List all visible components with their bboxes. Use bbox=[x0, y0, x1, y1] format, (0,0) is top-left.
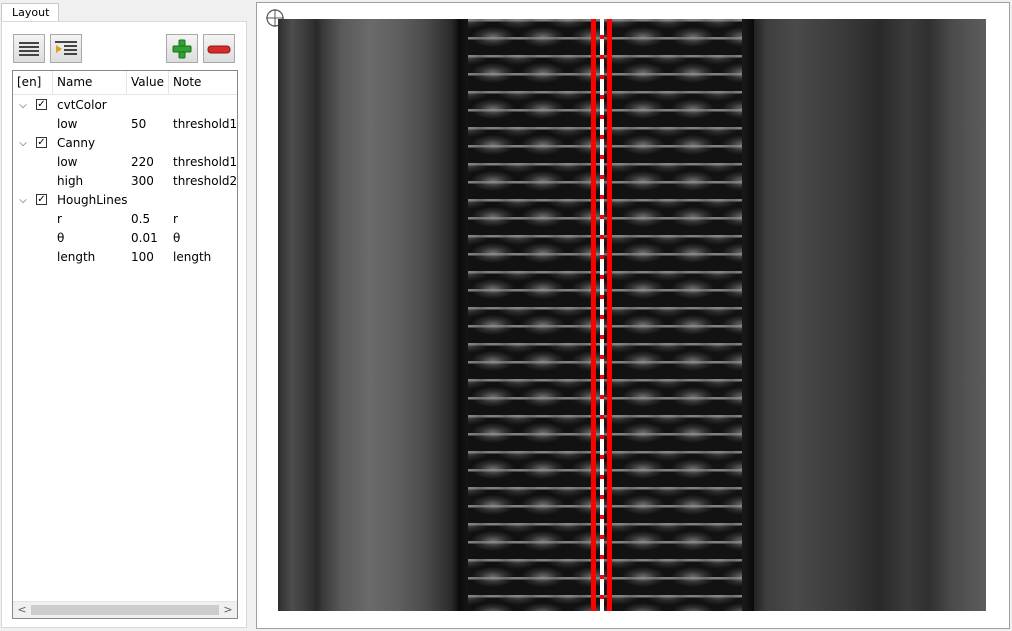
column-header-value[interactable]: Value bbox=[127, 71, 169, 94]
param-note: threshold1 bbox=[173, 117, 238, 131]
add-button[interactable] bbox=[166, 34, 198, 63]
param-note: θ bbox=[173, 231, 181, 245]
remove-button[interactable] bbox=[203, 34, 235, 63]
checkbox-houghlines[interactable]: ✓ bbox=[36, 194, 47, 205]
checkbox-cvtcolor[interactable]: ✓ bbox=[36, 99, 47, 110]
list-button[interactable] bbox=[13, 34, 45, 63]
param-name: low bbox=[57, 117, 78, 131]
column-header-name[interactable]: Name bbox=[53, 71, 127, 94]
scroll-right-button[interactable]: > bbox=[220, 602, 236, 618]
param-note: threshold2 bbox=[173, 174, 238, 188]
param-note: r bbox=[173, 212, 178, 226]
checkbox-canny[interactable]: ✓ bbox=[36, 137, 47, 148]
image-viewer[interactable] bbox=[256, 2, 1010, 629]
param-name: length bbox=[57, 250, 96, 264]
param-note: threshold1 bbox=[173, 155, 238, 169]
tree-header: [en] Name Value Note bbox=[13, 71, 237, 95]
column-header-en[interactable]: [en] bbox=[13, 71, 53, 94]
mesh-edge-right bbox=[742, 19, 754, 611]
param-value[interactable]: 50 bbox=[131, 115, 146, 134]
plus-icon bbox=[172, 39, 192, 58]
tree-row[interactable]: length 100 length bbox=[13, 248, 237, 267]
param-value[interactable]: 220 bbox=[131, 153, 154, 172]
tree-row[interactable]: θ 0.01 θ bbox=[13, 229, 237, 248]
parameter-tree[interactable]: [en] Name Value Note ⌵ ✓ cvtColor low 50… bbox=[12, 70, 238, 619]
scroll-left-button[interactable]: < bbox=[14, 602, 30, 618]
detected-line-left bbox=[591, 19, 596, 611]
horizontal-scrollbar[interactable]: < > bbox=[13, 601, 237, 618]
column-header-note[interactable]: Note bbox=[169, 71, 237, 94]
list-icon bbox=[19, 41, 39, 56]
detected-line-right bbox=[607, 19, 612, 611]
param-value[interactable]: 300 bbox=[131, 172, 154, 191]
param-name: r bbox=[57, 212, 62, 226]
layout-panel: [en] Name Value Note ⌵ ✓ cvtColor low 50… bbox=[1, 21, 247, 628]
tree-row[interactable]: low 220 threshold1 bbox=[13, 153, 237, 172]
detected-line-center bbox=[600, 19, 604, 611]
chevron-down-icon[interactable]: ⌵ bbox=[17, 134, 29, 153]
param-name: high bbox=[57, 174, 84, 188]
param-name: θ bbox=[57, 231, 65, 245]
group-name: Canny bbox=[57, 136, 96, 150]
scrollbar-thumb[interactable] bbox=[31, 605, 219, 615]
indent-icon bbox=[55, 40, 77, 55]
param-note: length bbox=[173, 250, 212, 264]
tree-group-cvtcolor[interactable]: ⌵ ✓ cvtColor bbox=[13, 96, 237, 115]
chevron-down-icon[interactable]: ⌵ bbox=[17, 96, 29, 115]
tree-group-houghlines[interactable]: ⌵ ✓ HoughLines bbox=[13, 191, 237, 210]
tree-row[interactable]: r 0.5 r bbox=[13, 210, 237, 229]
minus-icon bbox=[207, 45, 231, 53]
tree-row[interactable]: high 300 threshold2 bbox=[13, 172, 237, 191]
tree-row[interactable]: low 50 threshold1 bbox=[13, 115, 237, 134]
indent-button[interactable] bbox=[50, 34, 82, 63]
param-value[interactable]: 100 bbox=[131, 248, 154, 267]
param-value[interactable]: 0.5 bbox=[131, 210, 150, 229]
chevron-down-icon[interactable]: ⌵ bbox=[17, 191, 29, 210]
camera-image[interactable] bbox=[278, 19, 986, 611]
group-name: cvtColor bbox=[57, 98, 107, 112]
group-name: HoughLines bbox=[57, 193, 128, 207]
param-name: low bbox=[57, 155, 78, 169]
tree-group-canny[interactable]: ⌵ ✓ Canny bbox=[13, 134, 237, 153]
tab-layout[interactable]: Layout bbox=[1, 3, 59, 22]
param-value[interactable]: 0.01 bbox=[131, 229, 158, 248]
